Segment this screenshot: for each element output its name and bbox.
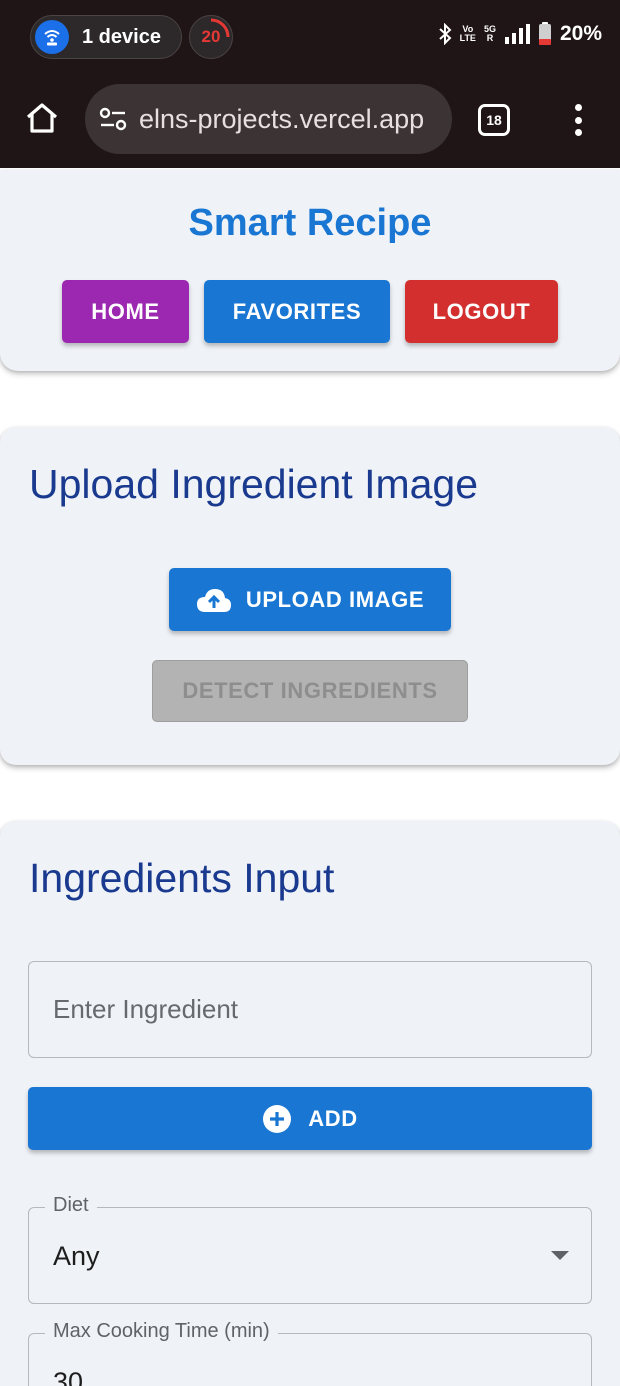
hotspot-label: 1 device: [82, 25, 161, 48]
detect-ingredients-button[interactable]: DETECT INGREDIENTS: [152, 660, 468, 722]
diet-select[interactable]: Diet Any: [28, 1194, 592, 1304]
home-icon[interactable]: [22, 98, 62, 138]
upload-image-label: UPLOAD IMAGE: [245, 586, 425, 612]
ingredient-input[interactable]: [29, 962, 591, 1057]
status-bar: 1 device 20 Vo LTE 5G R 20%: [0, 0, 620, 76]
max-cooking-time-value: 30: [53, 1367, 84, 1386]
data-usage-indicator[interactable]: 20: [189, 15, 233, 59]
max-cooking-time-field[interactable]: Max Cooking Time (min) 30: [28, 1320, 592, 1386]
diet-value: Any: [53, 1241, 100, 1271]
upload-image-button[interactable]: UPLOAD IMAGE: [169, 568, 451, 631]
max-cooking-time-label: Max Cooking Time (min): [45, 1320, 278, 1343]
upload-section-title: Upload Ingredient Image: [29, 461, 479, 507]
add-ingredient-button[interactable]: ADD: [28, 1087, 592, 1150]
hotspot-icon: [35, 20, 69, 54]
battery-icon: [538, 22, 551, 45]
app-header: Smart Recipe HOME FAVORITES LOGOUT: [0, 170, 620, 371]
volte-indicator: Vo LTE: [459, 24, 476, 43]
bluetooth-icon: [438, 23, 452, 45]
diet-label: Diet: [45, 1194, 97, 1217]
ingredient-field: [28, 961, 592, 1058]
dropdown-arrow-icon: [551, 1251, 569, 1260]
tab-switcher-button[interactable]: 18: [478, 104, 510, 136]
more-menu-icon[interactable]: [566, 100, 590, 140]
url-text: elns-projects.vercel.app: [139, 103, 425, 134]
logout-button[interactable]: LOGOUT: [405, 280, 558, 343]
site-settings-icon[interactable]: [97, 103, 129, 135]
add-ingredient-label: ADD: [308, 1105, 358, 1131]
signal-icon: [504, 24, 530, 44]
cloud-upload-icon: [196, 588, 231, 612]
network-type-indicator: 5G R: [483, 24, 496, 43]
add-circle-icon: [263, 1104, 292, 1133]
browser-toolbar: elns-projects.vercel.app 18: [0, 76, 620, 168]
favorites-button[interactable]: FAVORITES: [204, 280, 390, 343]
address-bar[interactable]: elns-projects.vercel.app: [85, 84, 452, 154]
ingredients-input-card: Ingredients Input ADD Diet Any Max Cooki…: [0, 821, 620, 1386]
home-button[interactable]: HOME: [62, 280, 189, 343]
battery-percentage: 20%: [559, 22, 602, 45]
tab-count: 18: [486, 112, 502, 128]
app-title: Smart Recipe: [188, 202, 432, 244]
system-indicators: Vo LTE 5G R 20%: [438, 22, 602, 46]
upload-image-card: Upload Ingredient Image UPLOAD IMAGE DET…: [0, 427, 620, 765]
ingredients-section-title: Ingredients Input: [29, 855, 335, 901]
hotspot-indicator[interactable]: 1 device: [30, 15, 182, 59]
